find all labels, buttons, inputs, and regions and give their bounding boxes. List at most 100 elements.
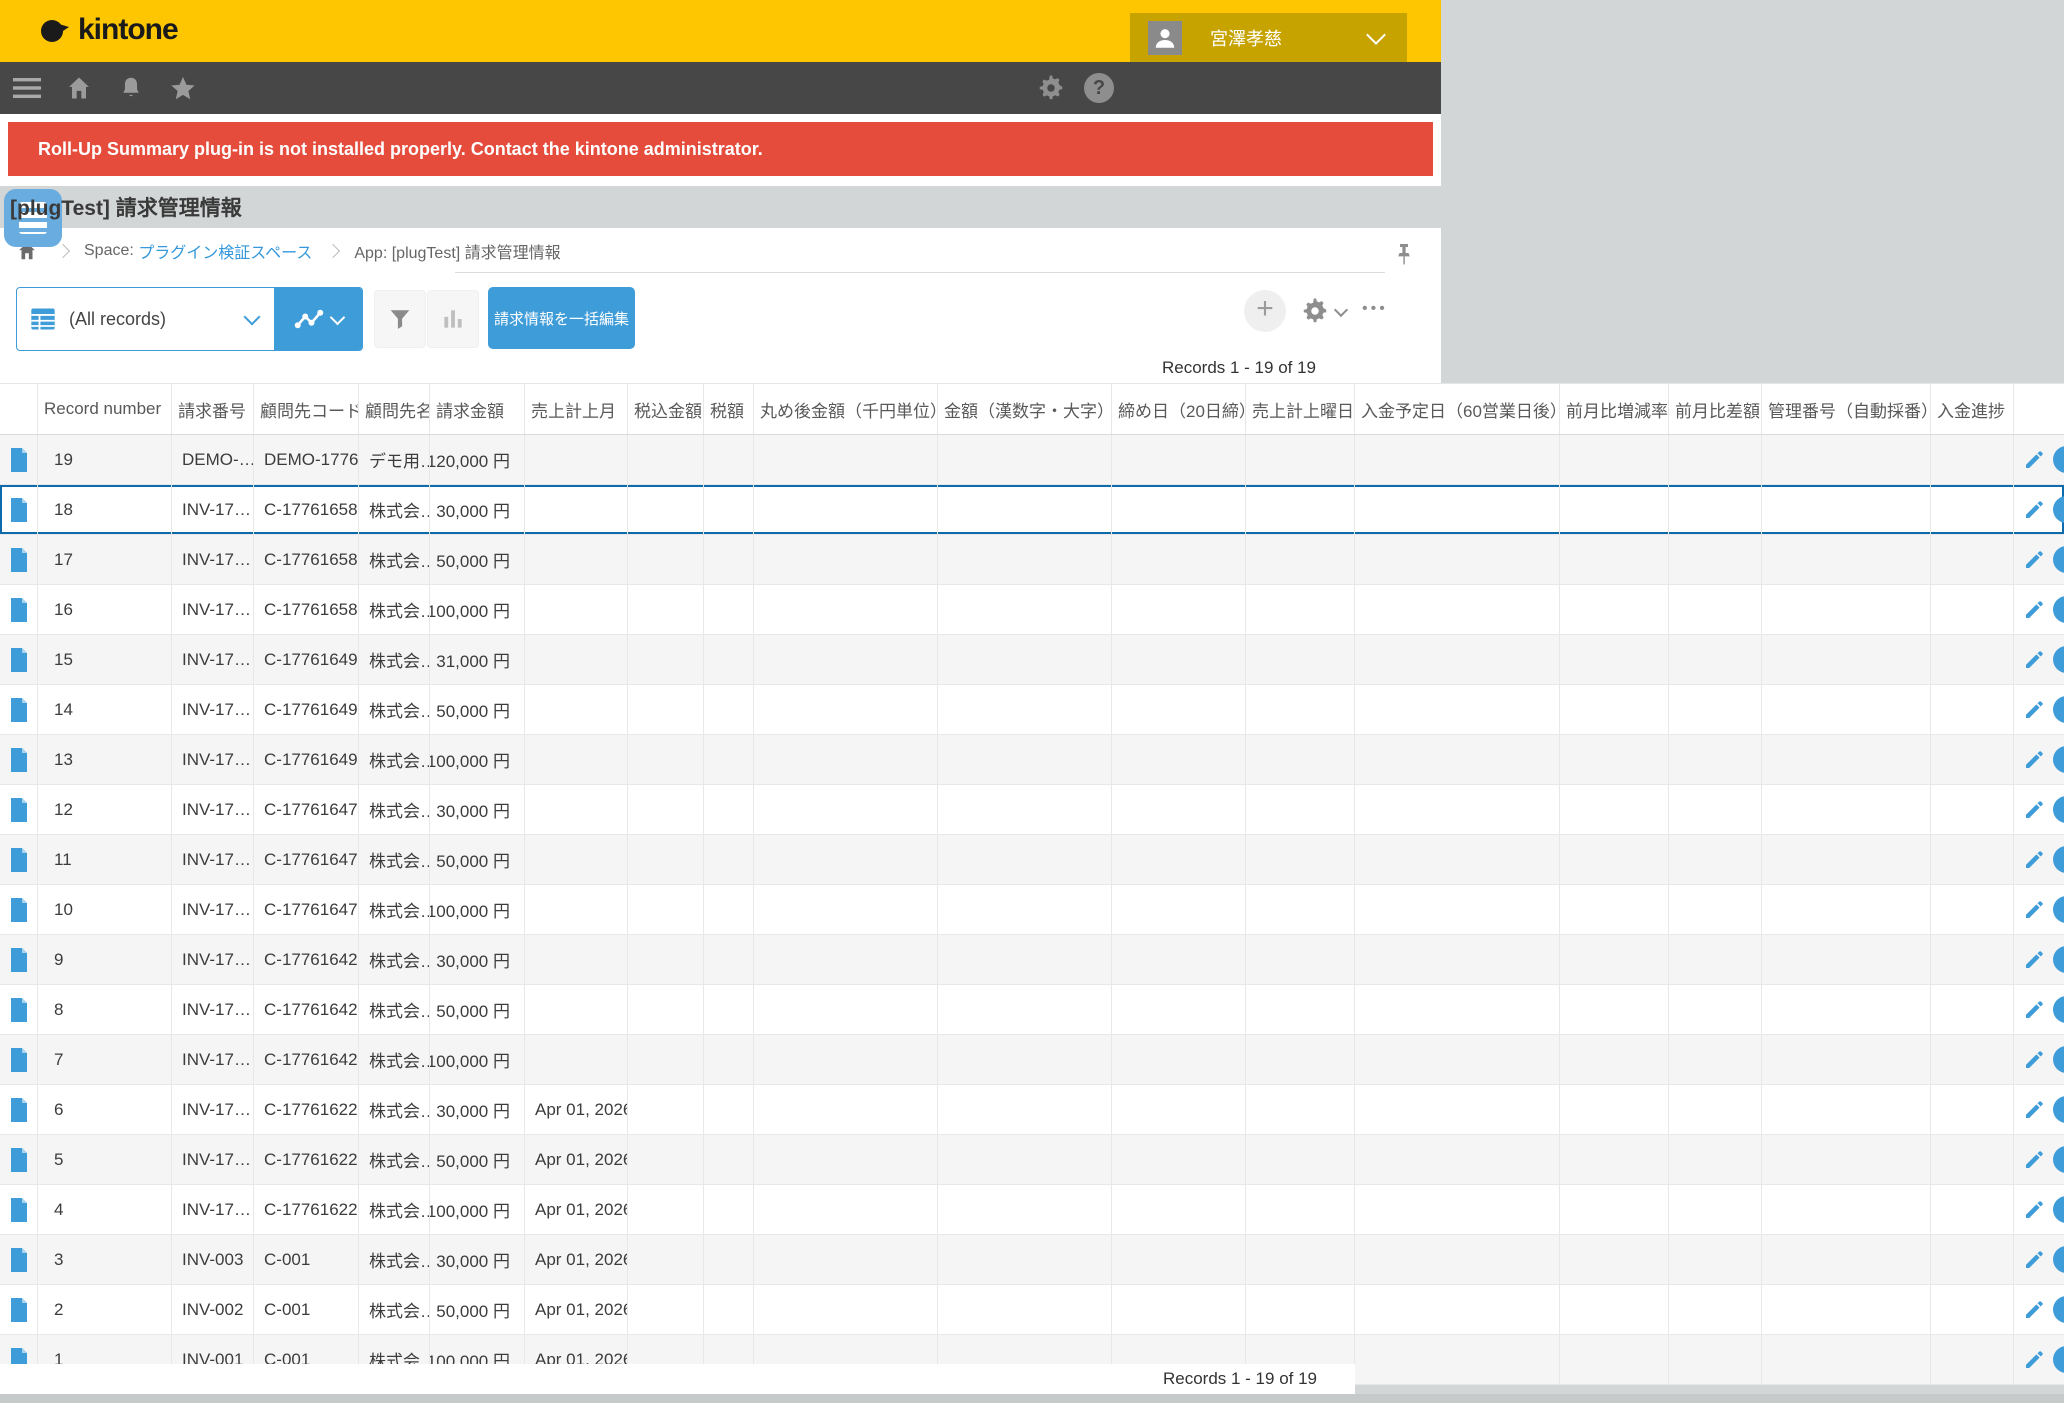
table-row[interactable]: 15INV-17…C-17761649…株式会…31,000 円 xyxy=(0,635,2064,685)
more-options-button[interactable]: ••• xyxy=(1362,300,1388,318)
edit-record-button[interactable] xyxy=(2022,448,2046,472)
graph-view-toggle[interactable] xyxy=(274,288,362,350)
edit-record-button[interactable] xyxy=(2022,1298,2046,1322)
table-row[interactable]: 13INV-17…C-17761649…株式会…100,000 円 xyxy=(0,735,2064,785)
table-row[interactable]: 16INV-17…C-17761658…株式会…100,000 円 xyxy=(0,585,2064,635)
edit-record-button[interactable] xyxy=(2022,898,2046,922)
record-link-cell[interactable] xyxy=(0,1185,38,1234)
record-link-cell[interactable] xyxy=(0,835,38,884)
column-header[interactable]: 請求番号 xyxy=(172,384,254,434)
record-link-cell[interactable] xyxy=(0,785,38,834)
pin-icon[interactable] xyxy=(1394,242,1414,273)
column-header[interactable]: 請求金額 xyxy=(430,384,525,434)
record-link-cell[interactable] xyxy=(0,1285,38,1334)
column-header[interactable]: 入金予定日（60営業日後） xyxy=(1355,384,1560,434)
row-action-circle-button[interactable] xyxy=(2053,946,2064,973)
row-action-circle-button[interactable] xyxy=(2053,1246,2064,1273)
record-link-cell[interactable] xyxy=(0,685,38,734)
column-header[interactable]: 売上計上月 xyxy=(525,384,628,434)
view-selector-current[interactable]: (All records) xyxy=(17,288,274,350)
view-selector[interactable]: (All records) xyxy=(16,287,363,351)
notifications-bell-icon[interactable] xyxy=(116,73,146,103)
edit-record-button[interactable] xyxy=(2022,1048,2046,1072)
row-action-circle-button[interactable] xyxy=(2053,1146,2064,1173)
record-link-cell[interactable] xyxy=(0,985,38,1034)
space-link[interactable]: プラグイン検証スペース xyxy=(138,239,312,263)
bulk-edit-button[interactable]: 請求情報を一括編集 xyxy=(488,287,635,349)
table-row[interactable]: 19DEMO-…DEMO-1776…デモ用…120,000 円 xyxy=(0,435,2064,485)
edit-record-button[interactable] xyxy=(2022,598,2046,622)
column-header[interactable]: 前月比差額 xyxy=(1669,384,1762,434)
table-row[interactable]: 9INV-17…C-17761642…株式会…30,000 円 xyxy=(0,935,2064,985)
table-row[interactable]: 4INV-17…C-17761622…株式会…100,000 円Apr 01, … xyxy=(0,1185,2064,1235)
home-icon[interactable] xyxy=(64,73,94,103)
table-row[interactable]: 6INV-17…C-17761622…株式会…30,000 円Apr 01, 2… xyxy=(0,1085,2064,1135)
column-header[interactable]: 税込金額 xyxy=(628,384,704,434)
column-header[interactable]: 売上計上曜日 xyxy=(1246,384,1355,434)
edit-record-button[interactable] xyxy=(2022,548,2046,572)
record-link-cell[interactable] xyxy=(0,535,38,584)
column-header[interactable]: 前月比増減率 xyxy=(1560,384,1669,434)
kintone-logo[interactable]: kintone xyxy=(38,13,178,47)
record-link-cell[interactable] xyxy=(0,435,38,484)
user-menu[interactable]: 宮澤孝慈 xyxy=(1130,13,1407,62)
help-icon[interactable]: ? xyxy=(1084,73,1114,103)
table-row[interactable]: 14INV-17…C-17761649…株式会…50,000 円 xyxy=(0,685,2064,735)
row-action-circle-button[interactable] xyxy=(2053,896,2064,923)
edit-record-button[interactable] xyxy=(2022,1348,2046,1372)
edit-record-button[interactable] xyxy=(2022,1248,2046,1272)
row-action-circle-button[interactable] xyxy=(2053,546,2064,573)
edit-record-button[interactable] xyxy=(2022,1198,2046,1222)
table-row[interactable]: 11INV-17…C-17761647…株式会…50,000 円 xyxy=(0,835,2064,885)
edit-record-button[interactable] xyxy=(2022,848,2046,872)
row-action-circle-button[interactable] xyxy=(2053,446,2064,473)
favorites-star-icon[interactable] xyxy=(168,73,198,103)
edit-record-button[interactable] xyxy=(2022,798,2046,822)
filter-button[interactable] xyxy=(374,290,426,348)
column-header[interactable]: 顧問先コード xyxy=(254,384,359,434)
record-link-cell[interactable] xyxy=(0,1235,38,1284)
edit-record-button[interactable] xyxy=(2022,998,2046,1022)
table-row[interactable]: 17INV-17…C-17761658…株式会…50,000 円 xyxy=(0,535,2064,585)
edit-record-button[interactable] xyxy=(2022,948,2046,972)
column-header[interactable]: 管理番号（自動採番） xyxy=(1762,384,1931,434)
column-header[interactable]: 締め日（20日締） xyxy=(1112,384,1246,434)
row-action-circle-button[interactable] xyxy=(2053,746,2064,773)
edit-record-button[interactable] xyxy=(2022,698,2046,722)
record-link-cell[interactable] xyxy=(0,635,38,684)
column-header[interactable]: 金額（漢数字・大字） xyxy=(938,384,1112,434)
table-row[interactable]: 8INV-17…C-17761642…株式会…50,000 円 xyxy=(0,985,2064,1035)
row-action-circle-button[interactable] xyxy=(2053,696,2064,723)
table-row[interactable]: 18INV-17…C-17761658…株式会…30,000 円 xyxy=(0,485,2064,535)
table-row[interactable]: 5INV-17…C-17761622…株式会…50,000 円Apr 01, 2… xyxy=(0,1135,2064,1185)
row-action-circle-button[interactable] xyxy=(2053,1296,2064,1323)
column-header[interactable]: 税額 xyxy=(704,384,754,434)
row-action-circle-button[interactable] xyxy=(2053,1046,2064,1073)
column-header[interactable]: Record number xyxy=(38,384,172,434)
row-action-circle-button[interactable] xyxy=(2053,496,2064,523)
row-action-circle-button[interactable] xyxy=(2053,996,2064,1023)
column-header[interactable]: 丸め後金額（千円単位） xyxy=(754,384,938,434)
chart-button[interactable] xyxy=(427,290,479,348)
record-link-cell[interactable] xyxy=(0,885,38,934)
table-row[interactable]: 7INV-17…C-17761642…株式会…100,000 円 xyxy=(0,1035,2064,1085)
record-link-cell[interactable] xyxy=(0,935,38,984)
record-link-cell[interactable] xyxy=(0,585,38,634)
row-action-circle-button[interactable] xyxy=(2053,796,2064,823)
row-action-circle-button[interactable] xyxy=(2053,596,2064,623)
edit-record-button[interactable] xyxy=(2022,748,2046,772)
edit-record-button[interactable] xyxy=(2022,1098,2046,1122)
row-action-circle-button[interactable] xyxy=(2053,646,2064,673)
record-link-cell[interactable] xyxy=(0,735,38,784)
hamburger-menu-icon[interactable] xyxy=(12,73,42,103)
add-record-button[interactable]: + xyxy=(1244,290,1286,332)
record-link-cell[interactable] xyxy=(0,1035,38,1084)
horizontal-scrollbar[interactable] xyxy=(0,1394,2064,1403)
column-header[interactable]: 顧問先名 xyxy=(359,384,430,434)
app-settings-button[interactable] xyxy=(1300,296,1346,326)
table-row[interactable]: 10INV-17…C-17761647…株式会…100,000 円 xyxy=(0,885,2064,935)
row-action-circle-button[interactable] xyxy=(2053,846,2064,873)
column-header[interactable]: 入金進捗 xyxy=(1931,384,2014,434)
record-link-cell[interactable] xyxy=(0,485,38,534)
row-action-circle-button[interactable] xyxy=(2053,1096,2064,1123)
